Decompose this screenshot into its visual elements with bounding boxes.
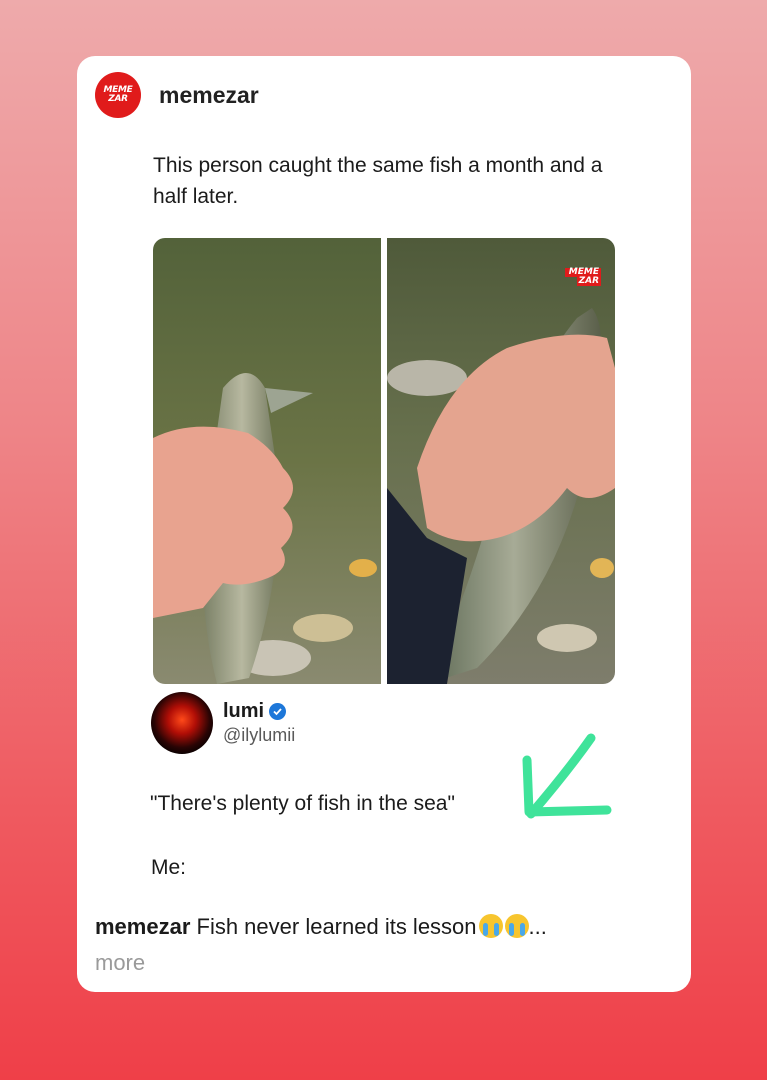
post-caption: memezar Fish never learned its lesson...	[95, 914, 655, 940]
loudly-crying-face-icon	[504, 914, 529, 938]
tweet-text: This person caught the same fish a month…	[153, 154, 603, 208]
quoted-user-name[interactable]: lumi	[223, 700, 264, 723]
watermark-bottom: ZAR	[576, 276, 601, 286]
account-avatar[interactable]: MEME ZAR	[95, 72, 141, 118]
caption-username[interactable]: memezar	[95, 914, 190, 939]
watermark-logo: MEME ZAR	[564, 268, 601, 286]
avatar-logo-bottom: ZAR	[108, 94, 128, 104]
caption-ellipsis: ...	[528, 914, 547, 939]
quoted-user-names: lumi @ilylumii	[223, 700, 295, 746]
green-arrow-icon	[522, 733, 612, 819]
quoted-user-name-row: lumi	[223, 700, 295, 723]
quoted-user-handle[interactable]: @ilylumii	[223, 725, 295, 746]
post-header: MEME ZAR memezar	[95, 72, 259, 118]
quoted-user[interactable]: lumi @ilylumii	[151, 692, 295, 754]
more-link[interactable]: more	[95, 950, 145, 976]
loudly-crying-face-icon	[478, 914, 503, 938]
verified-badge-icon	[269, 703, 287, 720]
fish-photo-before[interactable]	[153, 238, 381, 684]
caption-text: Fish never learned its lesson	[190, 914, 477, 939]
post-card: MEME ZAR memezar This person caught the …	[77, 56, 691, 992]
account-name[interactable]: memezar	[159, 82, 259, 109]
quoted-user-avatar[interactable]	[151, 692, 213, 754]
quote-text: "There's plenty of fish in the sea"	[150, 792, 455, 815]
me-text: Me:	[151, 856, 187, 879]
fish-photo-after[interactable]: MEME ZAR	[387, 238, 615, 684]
